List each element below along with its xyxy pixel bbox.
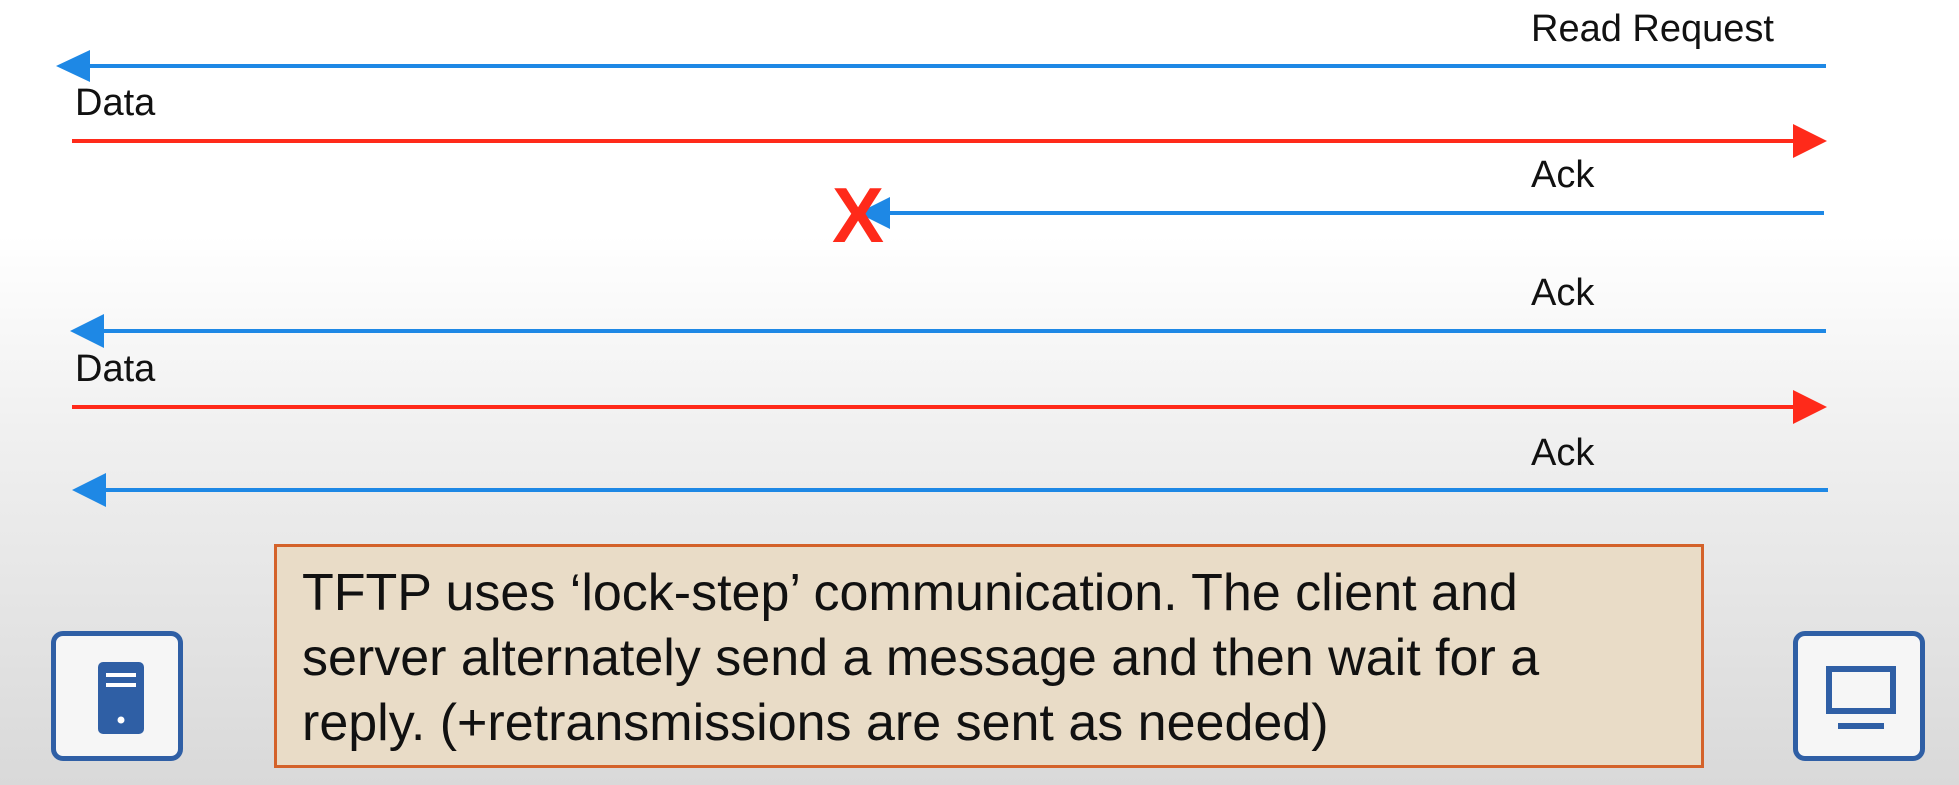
arrow-ack-2 <box>70 314 1826 348</box>
monitor-icon <box>1826 666 1896 729</box>
label-ack-3: Ack <box>1531 432 1595 474</box>
arrow-read-request <box>56 50 1826 82</box>
note-line-3: reply. (+retransmissions are sent as nee… <box>302 694 1329 752</box>
server-device <box>51 631 183 761</box>
explanation-note: TFTP uses ‘lock-step’ communication. The… <box>274 544 1704 768</box>
lost-packet-x-icon: X <box>832 171 885 259</box>
arrow-ack-3 <box>72 473 1828 507</box>
message-diagram <box>56 50 1828 507</box>
arrow-data-1 <box>72 124 1827 158</box>
note-line-2: server alternately send a message and th… <box>302 629 1540 687</box>
arrow-ack-lost <box>858 197 1824 229</box>
label-ack-2: Ack <box>1531 272 1595 314</box>
label-ack-lost: Ack <box>1531 154 1595 196</box>
label-data-1: Data <box>75 82 156 124</box>
label-data-2: Data <box>75 348 156 390</box>
label-read-request: Read Request <box>1531 8 1774 50</box>
note-line-1: TFTP uses ‘lock-step’ communication. The… <box>302 564 1518 622</box>
client-device <box>1793 631 1925 761</box>
arrow-data-2 <box>72 390 1827 424</box>
server-icon <box>98 662 144 734</box>
